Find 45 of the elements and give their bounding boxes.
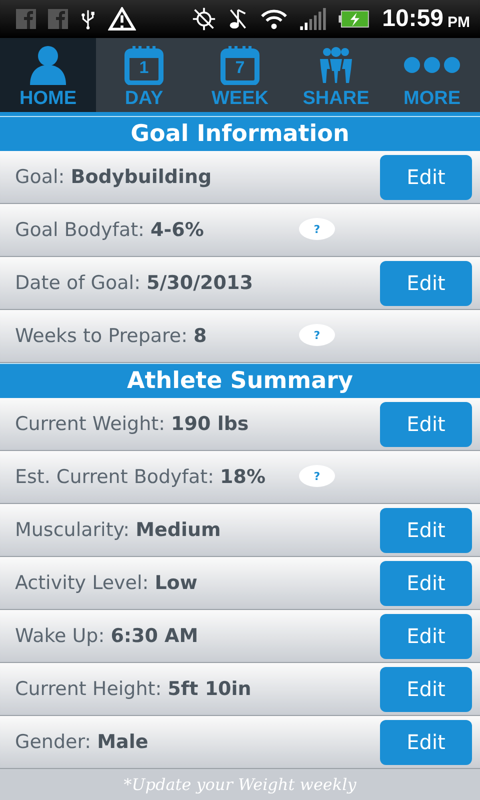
facebook-icon [16,9,36,29]
help-bubble[interactable]: ? [299,218,335,240]
edit-button[interactable]: Edit [380,666,472,712]
calendar-icon [220,45,260,85]
field-label: Est. Current Bodyfat: 18% [15,466,266,488]
edit-button[interactable]: Edit [380,614,472,658]
field-label: Goal Bodyfat: 4-6% [15,219,204,241]
calendar-number: 1 [138,58,150,78]
battery-icon [338,10,370,28]
wifi-icon [260,8,288,30]
usb-icon [80,7,96,31]
clock-period: PM [448,14,470,30]
gps-off-icon [192,7,216,31]
facebook-icon [48,9,68,29]
field-label: Goal: Bodybuilding [15,166,212,188]
edit-button[interactable]: Edit [380,402,472,446]
section-header: Athlete Summary [0,363,480,398]
field-label: Wake Up: 6:30 AM [15,625,198,647]
clock-time: 10:59 [382,5,444,33]
section-header: Goal Information [0,116,480,151]
field-label: Current Weight: 190 lbs [15,413,249,435]
warning-icon [108,7,136,31]
person-icon [28,45,68,85]
field-label: Current Height: 5ft 10in [15,678,252,700]
field-label: Weeks to Prepare: 8 [15,325,207,347]
field-label: Gender: Male [15,731,148,753]
edit-button[interactable]: Edit [380,154,472,200]
signal-icon [300,8,326,30]
edit-button[interactable]: Edit [380,560,472,606]
sound-off-icon [228,7,248,31]
calendar-icon [124,45,164,85]
help-bubble[interactable]: ? [299,324,335,346]
tab[interactable]: HOME [0,38,96,112]
edit-button[interactable]: Edit [380,720,472,764]
tab[interactable]: 1 DAY [96,38,192,112]
calendar-number: 7 [234,58,246,78]
field-label: Muscularity: Medium [15,519,221,541]
tab[interactable]: SHARE [288,38,384,112]
field-label: Activity Level: Low [15,572,198,594]
help-bubble[interactable]: ? [299,465,335,487]
edit-button[interactable]: Edit [380,260,472,306]
field-label: Date of Goal: 5/30/2013 [15,272,253,294]
edit-button[interactable]: Edit [380,508,472,552]
tab[interactable]: MORE [384,38,480,112]
tab[interactable]: 7 WEEK [192,38,288,112]
